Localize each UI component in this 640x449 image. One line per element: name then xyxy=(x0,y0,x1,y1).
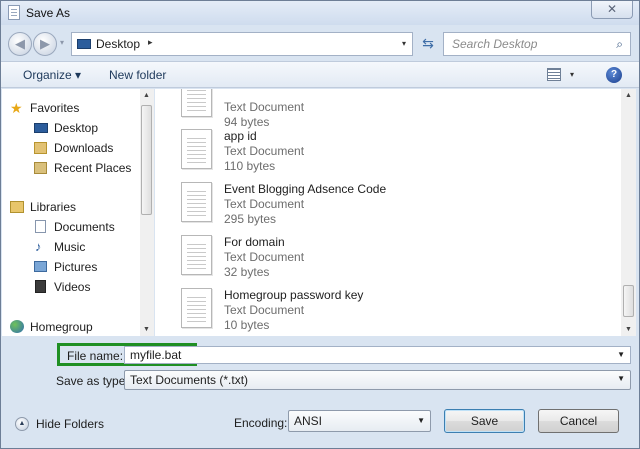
search-input[interactable]: Search Desktop xyxy=(452,37,537,51)
address-location[interactable]: Desktop xyxy=(96,37,140,51)
file-name: Homegroup password key xyxy=(224,288,364,302)
hide-folders-label[interactable]: Hide Folders xyxy=(36,417,104,431)
desktop-icon xyxy=(34,123,48,133)
documents-icon xyxy=(35,220,46,233)
nav-scroll-thumb[interactable] xyxy=(141,105,152,215)
file-scroll-thumb[interactable] xyxy=(623,285,634,317)
file-item[interactable]: Event Blogging Adsence Code Text Documen… xyxy=(181,182,601,235)
text-document-icon xyxy=(181,235,212,275)
library-icon xyxy=(10,201,24,213)
view-options-icon[interactable] xyxy=(547,68,561,81)
notepad-icon xyxy=(8,5,20,20)
address-dropdown-icon[interactable]: ▾ xyxy=(402,39,406,48)
encoding-select[interactable]: ANSI ▼ xyxy=(288,410,431,432)
view-dropdown-icon[interactable]: ▾ xyxy=(570,70,574,79)
file-item[interactable]: Homegroup password key Text Document 10 … xyxy=(181,288,601,336)
recent-places-icon xyxy=(34,162,47,174)
save-as-type-select[interactable]: Text Documents (*.txt) ▼ xyxy=(124,370,631,390)
close-button[interactable]: ✕ xyxy=(591,1,633,19)
text-document-icon xyxy=(181,288,212,328)
pictures-icon xyxy=(34,261,47,272)
cancel-button[interactable]: Cancel xyxy=(538,409,619,433)
downloads-icon xyxy=(34,142,47,154)
file-list-scrollbar[interactable]: ▲ ▼ xyxy=(621,89,636,336)
scroll-up-arrow-icon[interactable]: ▲ xyxy=(143,92,150,99)
homegroup-icon xyxy=(10,320,24,333)
star-icon: ★ xyxy=(10,100,23,116)
chevron-down-icon[interactable]: ▼ xyxy=(617,374,625,383)
chevron-down-icon[interactable]: ▼ xyxy=(417,416,425,425)
save-as-dialog: Save As ✕ ◀ ▶ ▾ Desktop ▸ ▾ ⇆ Search Des… xyxy=(0,0,640,449)
encoding-label: Encoding: xyxy=(234,416,288,430)
command-bar: Organize ▾ New folder ▾ ? xyxy=(1,61,639,88)
navigation-pane: ★ Favorites Desktop Downloads Recent Pla… xyxy=(2,89,154,336)
file-item[interactable]: app id Text Document 110 bytes xyxy=(181,129,601,182)
save-button[interactable]: Save xyxy=(444,409,525,433)
text-document-icon xyxy=(181,182,212,222)
file-size: 110 bytes xyxy=(224,159,276,173)
file-size: 295 bytes xyxy=(224,212,277,226)
file-type: Text Document xyxy=(224,100,305,114)
organize-menu[interactable]: Organize ▾ xyxy=(23,68,81,82)
file-name: Event Blogging Adsence Code xyxy=(224,182,387,196)
file-item[interactable]: For domain Text Document 32 bytes xyxy=(181,235,601,288)
file-type: Text Document xyxy=(224,197,305,211)
new-folder-button[interactable]: New folder xyxy=(109,68,166,82)
scroll-up-arrow-icon[interactable]: ▲ xyxy=(625,92,632,99)
file-name: For domain xyxy=(224,235,285,249)
file-type: Text Document xyxy=(224,303,305,317)
file-name-value[interactable]: myfile.bat xyxy=(130,348,181,362)
collapse-arrow-icon[interactable]: ▲ xyxy=(15,417,29,431)
file-size: 94 bytes xyxy=(224,115,270,129)
file-name: app id xyxy=(224,129,257,143)
file-name-field[interactable]: myfile.bat ▼ xyxy=(124,346,631,364)
text-document-icon xyxy=(181,129,212,169)
help-icon[interactable]: ? xyxy=(606,67,622,83)
navigation-bar: ◀ ▶ ▾ Desktop ▸ ▾ ⇆ Search Desktop ⌕ xyxy=(1,25,639,61)
title-bar: Save As ✕ xyxy=(1,1,639,25)
music-icon: ♪ xyxy=(35,239,42,254)
chevron-down-icon[interactable]: ▼ xyxy=(617,350,625,359)
search-icon[interactable]: ⌕ xyxy=(616,37,623,52)
scroll-down-arrow-icon[interactable]: ▼ xyxy=(625,326,632,333)
desktop-icon xyxy=(77,39,91,49)
file-type: Text Document xyxy=(224,144,305,158)
window-title: Save As xyxy=(26,6,71,20)
file-size: 10 bytes xyxy=(224,318,270,332)
videos-icon xyxy=(35,280,46,293)
file-list: Text Document 94 bytes app id Text Docum… xyxy=(155,89,625,336)
save-as-type-label: Save as type: xyxy=(56,374,129,388)
address-bar[interactable]: Desktop ▸ ▾ xyxy=(71,32,413,56)
scroll-down-arrow-icon[interactable]: ▼ xyxy=(143,326,150,333)
history-dropdown-icon[interactable]: ▾ xyxy=(60,38,64,47)
search-box[interactable]: Search Desktop ⌕ xyxy=(443,32,631,56)
back-button[interactable]: ◀ xyxy=(8,32,32,56)
file-size: 32 bytes xyxy=(224,265,270,279)
save-as-type-value[interactable]: Text Documents (*.txt) xyxy=(130,373,248,387)
encoding-value[interactable]: ANSI xyxy=(294,414,322,428)
nav-pane-scrollbar[interactable]: ▲ ▼ xyxy=(140,89,154,336)
text-document-icon xyxy=(181,89,212,117)
breadcrumb-arrow-icon[interactable]: ▸ xyxy=(148,37,153,48)
file-name-label: File name: xyxy=(67,349,124,363)
forward-button[interactable]: ▶ xyxy=(33,32,57,56)
file-type: Text Document xyxy=(224,250,305,264)
refresh-icon[interactable]: ⇆ xyxy=(415,32,441,56)
